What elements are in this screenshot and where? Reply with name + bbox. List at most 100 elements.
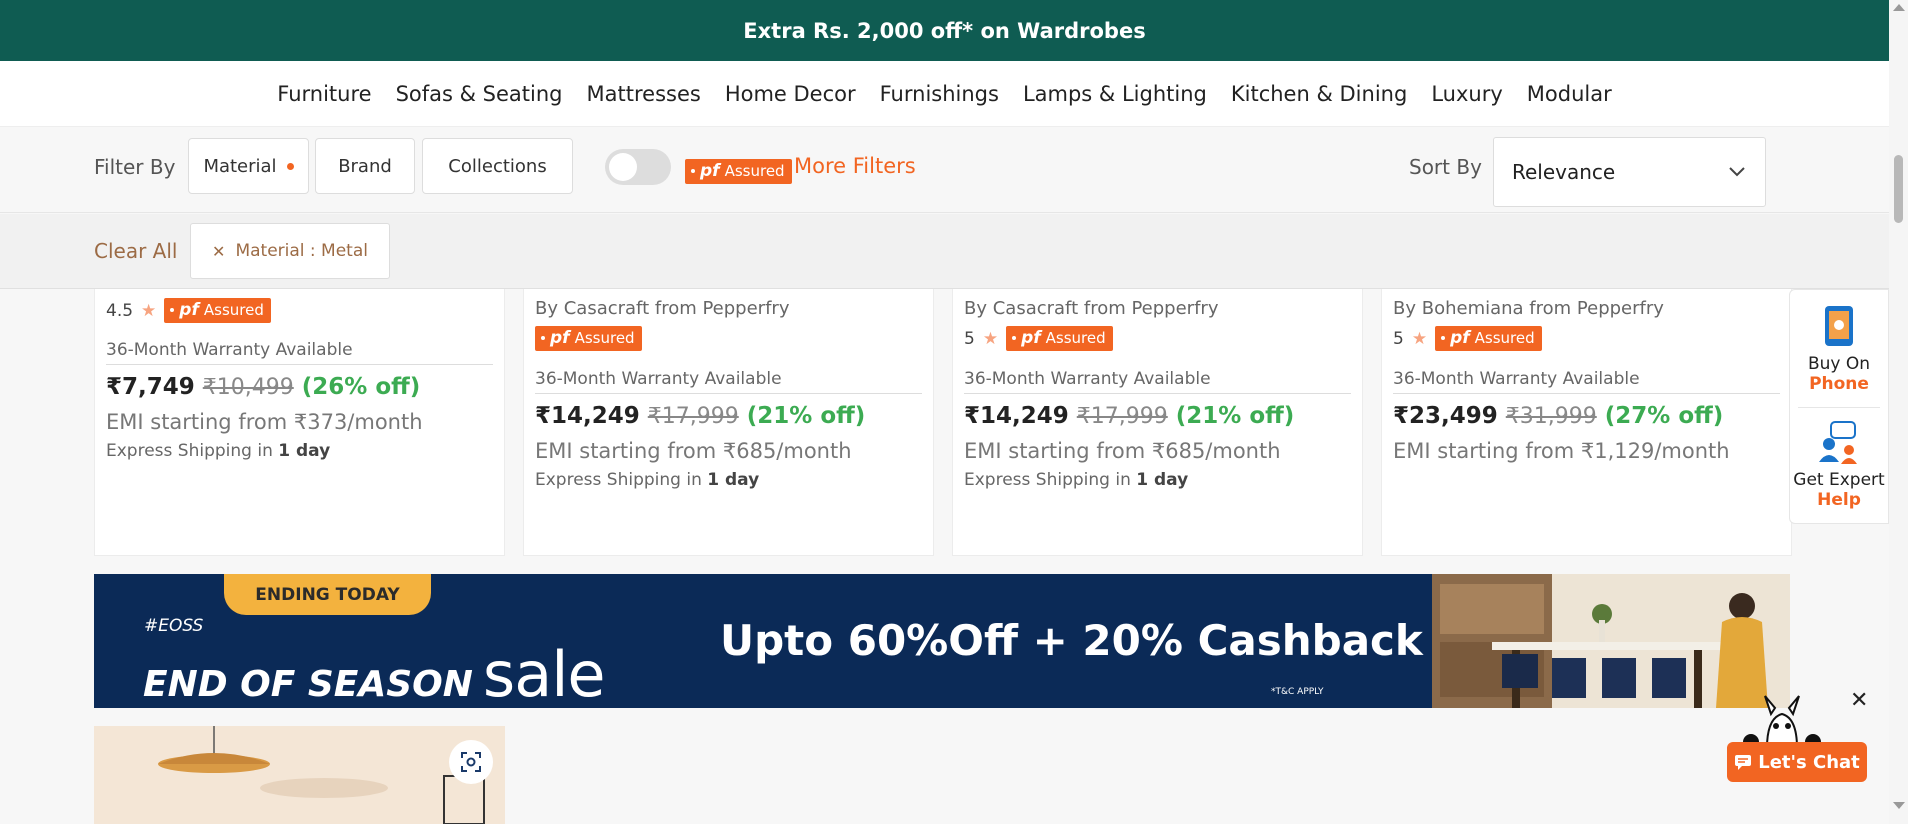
pf-assured-badge: pf Assured <box>685 159 792 184</box>
page-scrollbar[interactable] <box>1889 0 1908 824</box>
divider <box>535 393 922 394</box>
product-card[interactable]: By Casacraft from Pepperfry pf Assured 36… <box>523 289 934 556</box>
discount: (21% off) <box>746 403 866 429</box>
star-icon: ★ <box>1411 328 1428 349</box>
filter-bar: Filter By Material Brand Collections pf A… <box>0 127 1889 213</box>
mrp: ₹31,999 <box>1505 404 1597 429</box>
warranty-text: 36-Month Warranty Available <box>964 369 1211 389</box>
pf-assured-badge: pf Assured <box>535 326 642 351</box>
nav-item-furniture[interactable]: Furniture <box>277 82 371 106</box>
nav-item-sofas-seating[interactable]: Sofas & Seating <box>396 82 563 106</box>
warranty-text: 36-Month Warranty Available <box>535 369 782 389</box>
emi-text: EMI starting from ₹685/month <box>964 439 1281 463</box>
price-row: ₹7,749 ₹10,499 (26% off) <box>106 374 420 400</box>
brand-filter-label: Brand <box>338 155 392 177</box>
shipping-text: Express Shipping in 1 day <box>535 470 760 490</box>
phone-icon <box>1825 306 1853 346</box>
ending-today-tag: ENDING TODAY <box>224 574 431 615</box>
product-card[interactable]: By Casacraft from Pepperfry 5 ★ pf Assure… <box>952 289 1363 556</box>
price-row: ₹14,249 ₹17,999 (21% off) <box>964 403 1294 429</box>
rating-value: 5 <box>964 328 975 349</box>
divider <box>1798 407 1880 408</box>
pf-assured-badge: pf Assured <box>164 298 271 323</box>
sale-banner[interactable]: ENDING TODAY #EOSS END OF SEASON sale Upt… <box>94 574 1790 708</box>
price-row: ₹14,249 ₹17,999 (21% off) <box>535 403 865 429</box>
star-icon: ★ <box>141 300 157 321</box>
zebra-mascot-icon <box>1743 695 1821 748</box>
brand-filter-button[interactable]: Brand <box>315 138 415 194</box>
close-icon[interactable]: ✕ <box>1850 688 1868 713</box>
banner-dining-photo <box>1432 574 1790 708</box>
nav-item-furnishings[interactable]: Furnishings <box>880 82 999 106</box>
toggle-knob <box>609 153 637 181</box>
price: ₹14,249 <box>964 403 1069 429</box>
promo-banner[interactable]: Extra Rs. 2,000 off* on Wardrobes <box>0 0 1889 61</box>
collections-filter-button[interactable]: Collections <box>422 138 573 194</box>
divider <box>106 364 493 365</box>
side-help-panel: Buy On Phone Get Expert Help <box>1789 289 1889 524</box>
rating-row: 4.5 ★ pf Assured <box>106 298 271 323</box>
chat-label: Let's Chat <box>1758 751 1860 773</box>
product-brand: By Bohemiana from Pepperfry <box>1393 298 1664 319</box>
divider <box>1393 393 1780 394</box>
scrollbar-thumb[interactable] <box>1894 155 1903 223</box>
product-brand: By Casacraft from Pepperfry <box>535 298 790 319</box>
buy-on-phone-button[interactable]: Buy On Phone <box>1790 304 1888 394</box>
shipping-text: Express Shipping in 1 day <box>106 441 331 461</box>
nav-item-lamps-lighting[interactable]: Lamps & Lighting <box>1023 82 1207 106</box>
scroll-down-arrow[interactable] <box>1893 802 1905 809</box>
nav-item-modular[interactable]: Modular <box>1527 82 1612 106</box>
price: ₹7,749 <box>106 374 195 400</box>
chat-icon <box>1735 755 1752 770</box>
discount: (26% off) <box>301 374 421 400</box>
expert-chat-icon <box>1819 421 1857 464</box>
clear-all-link[interactable]: Clear All <box>94 239 177 263</box>
mrp: ₹10,499 <box>202 375 294 400</box>
collections-filter-label: Collections <box>448 155 547 177</box>
mrp: ₹17,999 <box>647 404 739 429</box>
get-expert-help-button[interactable]: Get Expert Help <box>1790 420 1888 510</box>
material-filter-button[interactable]: Material <box>188 138 309 194</box>
lets-chat-button[interactable]: Let's Chat <box>1727 742 1867 782</box>
chevron-down-icon <box>1729 167 1745 177</box>
price: ₹23,499 <box>1393 403 1498 429</box>
emi-text: EMI starting from ₹685/month <box>535 439 852 463</box>
applied-filter-chip[interactable]: ✕ Material : Metal <box>190 223 390 279</box>
category-nav: Furniture Sofas & Seating Mattresses Hom… <box>0 61 1889 127</box>
warranty-text: 36-Month Warranty Available <box>106 340 353 360</box>
pf-assured-toggle[interactable] <box>605 149 671 185</box>
product-card-image[interactable] <box>94 726 505 824</box>
active-filter-dot <box>286 162 294 170</box>
visual-search-icon[interactable] <box>449 740 493 784</box>
rating-value: 4.5 <box>106 300 134 321</box>
sort-by-label: Sort By <box>1409 155 1482 179</box>
banner-tc: *T&C APPLY <box>1271 687 1324 697</box>
product-card[interactable]: 4.5 ★ pf Assured 36-Month Warranty Availa… <box>94 289 505 556</box>
close-icon[interactable]: ✕ <box>212 242 225 261</box>
banner-hashtag: #EOSS <box>144 616 204 636</box>
sort-dropdown[interactable]: Relevance <box>1493 137 1766 207</box>
discount: (27% off) <box>1604 403 1724 429</box>
material-filter-label: Material <box>203 155 277 177</box>
pendant-lamp-image <box>94 726 505 824</box>
scroll-up-arrow[interactable] <box>1893 4 1905 11</box>
discount: (21% off) <box>1175 403 1295 429</box>
applied-filters-bar: Clear All ✕ Material : Metal <box>0 214 1889 289</box>
nav-item-luxury[interactable]: Luxury <box>1431 82 1502 106</box>
star-icon: ★ <box>982 328 999 349</box>
nav-item-kitchen-dining[interactable]: Kitchen & Dining <box>1231 82 1407 106</box>
pf-assured-badge: pf Assured <box>1006 326 1113 351</box>
warranty-text: 36-Month Warranty Available <box>1393 369 1640 389</box>
applied-filter-label: Material : Metal <box>235 241 368 261</box>
nav-item-mattresses[interactable]: Mattresses <box>587 82 701 106</box>
mrp: ₹17,999 <box>1076 404 1168 429</box>
more-filters-link[interactable]: More Filters <box>794 154 916 178</box>
price-row: ₹23,499 ₹31,999 (27% off) <box>1393 403 1723 429</box>
product-brand: By Casacraft from Pepperfry <box>964 298 1219 319</box>
rating-row: pf Assured <box>535 326 642 351</box>
emi-text: EMI starting from ₹373/month <box>106 410 423 434</box>
nav-item-home-decor[interactable]: Home Decor <box>725 82 856 106</box>
product-card[interactable]: By Bohemiana from Pepperfry 5 ★ pf Assure… <box>1381 289 1792 556</box>
filter-by-label: Filter By <box>94 155 176 179</box>
shipping-text: Express Shipping in 1 day <box>964 470 1189 490</box>
